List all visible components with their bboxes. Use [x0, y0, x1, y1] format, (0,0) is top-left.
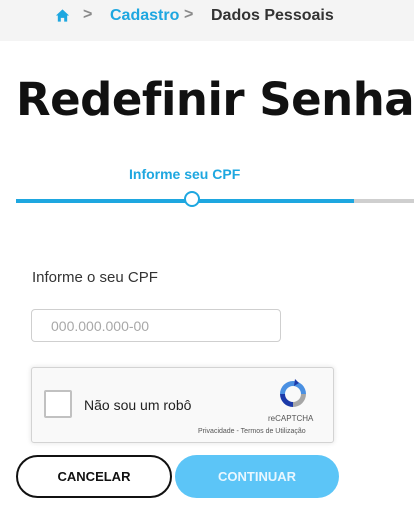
home-icon[interactable]: [55, 8, 70, 23]
chevron-right-icon: >: [184, 6, 194, 23]
recaptcha-widget: Não sou um robô reCAPTCHA Privacidade - …: [31, 367, 334, 443]
progress-indicator: [184, 191, 200, 207]
recaptcha-label: Não sou um robô: [84, 397, 192, 413]
breadcrumb: > Cadastro > Dados Pessoais: [0, 0, 414, 41]
breadcrumb-current: Dados Pessoais: [211, 7, 334, 24]
continue-button[interactable]: CONTINUAR: [175, 455, 339, 498]
cpf-input[interactable]: [31, 309, 281, 342]
recaptcha-terms-link[interactable]: Privacidade - Termos de Utilização: [198, 428, 306, 435]
cpf-label: Informe o seu CPF: [32, 269, 158, 286]
breadcrumb-link-cadastro[interactable]: Cadastro: [110, 7, 179, 25]
cancel-button[interactable]: CANCELAR: [16, 455, 172, 498]
recaptcha-brand: reCAPTCHA: [268, 414, 314, 423]
page-title: Redefinir Senha: [16, 73, 414, 126]
progress-bar: [16, 199, 414, 203]
step-label: Informe seu CPF: [129, 166, 241, 182]
recaptcha-logo-icon: [280, 379, 306, 407]
chevron-right-icon: >: [83, 6, 93, 23]
recaptcha-checkbox[interactable]: [44, 390, 72, 418]
